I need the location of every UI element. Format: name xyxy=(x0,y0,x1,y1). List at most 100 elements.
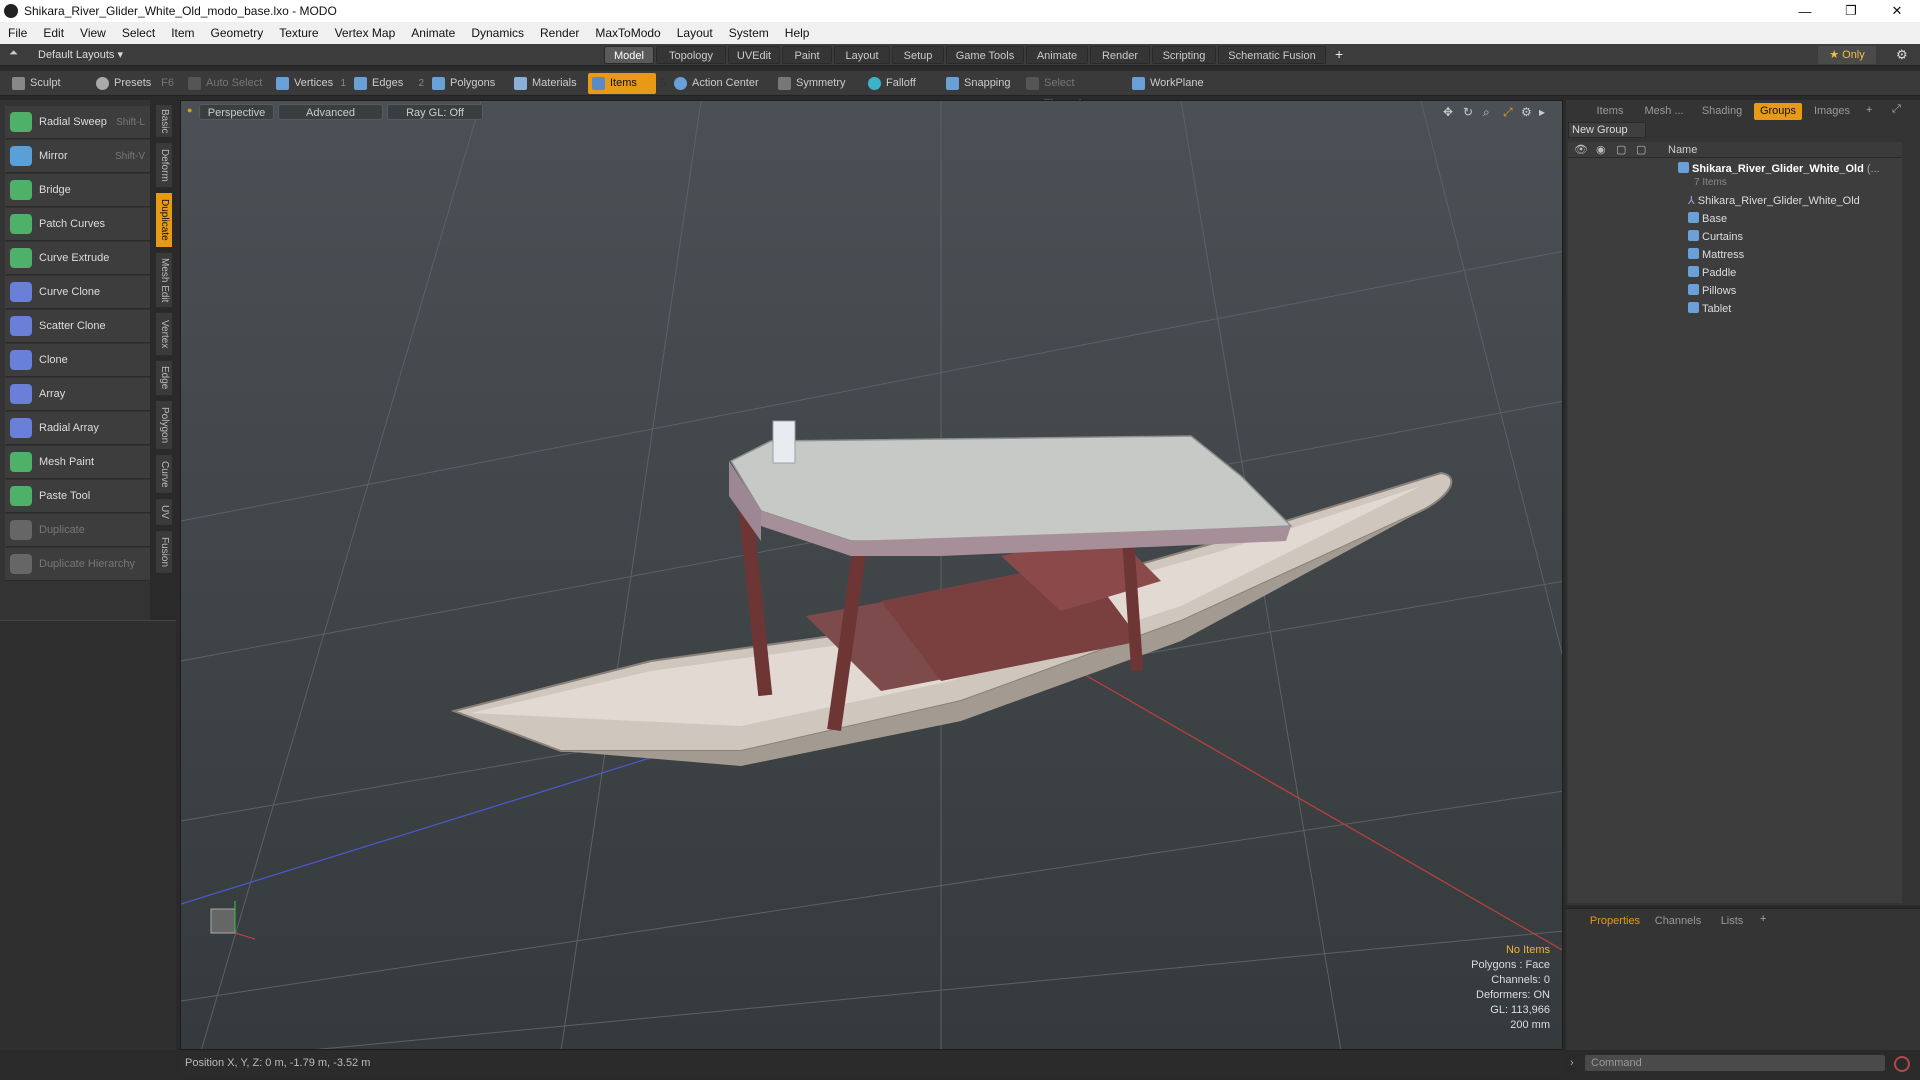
tool-array[interactable]: Array xyxy=(5,378,150,411)
tab-setup[interactable]: Setup xyxy=(892,46,944,64)
tool-clone[interactable]: Clone xyxy=(5,344,150,377)
menu-maxtomodo[interactable]: MaxToModo xyxy=(587,26,668,40)
menu-select[interactable]: Select xyxy=(114,26,163,40)
menu-help[interactable]: Help xyxy=(777,26,818,40)
vtab-edge[interactable]: Edge xyxy=(155,360,173,396)
default-layouts-dropdown[interactable]: Default Layouts ▾ xyxy=(38,48,123,61)
select-through-button[interactable]: Select Through xyxy=(1022,73,1118,110)
vtab-polygon[interactable]: Polygon xyxy=(155,400,173,450)
vtab-fusion[interactable]: Fusion xyxy=(155,530,173,574)
menu-texture[interactable]: Texture xyxy=(271,26,326,40)
menu-layout[interactable]: Layout xyxy=(669,26,721,40)
new-group-button[interactable]: New Group xyxy=(1568,122,1646,138)
tab-shading[interactable]: Shading xyxy=(1694,103,1750,120)
restore-button[interactable]: ❐ xyxy=(1828,0,1874,22)
tree-item[interactable]: Curtains xyxy=(1568,228,1902,246)
command-input[interactable]: Command xyxy=(1584,1054,1886,1072)
tab-mesh[interactable]: Mesh ... xyxy=(1638,103,1690,120)
tab-animate[interactable]: Animate xyxy=(1026,46,1088,64)
polygons-button[interactable]: Polygons xyxy=(428,73,500,94)
only-toggle[interactable]: ★ Only xyxy=(1818,46,1876,64)
tab-images[interactable]: Images xyxy=(1806,103,1858,120)
menu-system[interactable]: System xyxy=(721,26,777,40)
tab-channels[interactable]: Channels xyxy=(1650,913,1706,929)
zoom-icon[interactable]: ⌕ xyxy=(1483,105,1490,120)
tree-item[interactable]: Paddle xyxy=(1568,264,1902,282)
name-column-header[interactable]: Name xyxy=(1668,144,1697,156)
menu-edit[interactable]: Edit xyxy=(35,26,72,40)
tab-items[interactable]: Items xyxy=(1586,103,1634,120)
menu-animate[interactable]: Animate xyxy=(403,26,463,40)
vertices-button[interactable]: Vertices 1 xyxy=(272,73,346,94)
view-type-dropdown[interactable]: Perspective xyxy=(199,104,274,120)
vtab-basic[interactable]: Basic xyxy=(155,104,173,138)
visibility-column-icon[interactable]: 👁 xyxy=(1574,143,1588,156)
tree-item[interactable]: Tablet xyxy=(1568,300,1902,318)
tree-item[interactable]: ⅄ Shikara_River_Glider_White_Old xyxy=(1568,192,1902,210)
menu-view[interactable]: View xyxy=(72,26,114,40)
tool-scatter-clone[interactable]: Scatter Clone xyxy=(5,310,150,343)
menu-vertex-map[interactable]: Vertex Map xyxy=(327,26,404,40)
symmetry-button[interactable]: Symmetry xyxy=(774,73,854,94)
add-panel-tab-button[interactable]: + xyxy=(1866,104,1872,116)
snapping-button[interactable]: Snapping xyxy=(942,73,1016,94)
tab-layout[interactable]: Layout xyxy=(834,46,890,64)
settings-gear-icon[interactable]: ⚙ xyxy=(1896,47,1908,63)
viewport-menu-icon[interactable]: ● xyxy=(187,105,192,115)
menu-render[interactable]: Render xyxy=(532,26,587,40)
tab-groups[interactable]: Groups xyxy=(1754,103,1802,120)
add-prop-tab-button[interactable]: + xyxy=(1760,913,1766,925)
menu-file[interactable]: File xyxy=(0,26,35,40)
tab-paint[interactable]: Paint xyxy=(782,46,832,64)
tool-bridge[interactable]: Bridge xyxy=(5,174,150,207)
vtab-duplicate[interactable]: Duplicate xyxy=(155,192,173,248)
viewport-settings-icon[interactable]: ⚙ xyxy=(1521,105,1532,119)
vtab-mesh-edit[interactable]: Mesh Edit xyxy=(155,252,173,308)
workplane-button[interactable]: WorkPlane xyxy=(1128,73,1208,94)
sculpt-button[interactable]: Sculpt xyxy=(8,73,86,94)
tree-item[interactable]: Mattress xyxy=(1568,246,1902,264)
render-column-icon[interactable]: ◉ xyxy=(1596,143,1606,156)
layout-arrow-icon[interactable]: ⏶ xyxy=(9,47,18,60)
vtab-curve[interactable]: Curve xyxy=(155,454,173,494)
tool-paste-tool[interactable]: Paste Tool xyxy=(5,480,150,513)
tree-item[interactable]: Pillows xyxy=(1568,282,1902,300)
edges-button[interactable]: Edges 2 xyxy=(350,73,424,94)
tool-radial-array[interactable]: Radial Array xyxy=(5,412,150,445)
tool-curve-clone[interactable]: Curve Clone xyxy=(5,276,150,309)
tab-game-tools[interactable]: Game Tools xyxy=(946,46,1024,64)
tree-item[interactable]: Base xyxy=(1568,210,1902,228)
add-tab-button[interactable]: + xyxy=(1335,46,1343,62)
minimize-button[interactable]: — xyxy=(1782,0,1828,22)
tool-curve-extrude[interactable]: Curve Extrude xyxy=(5,242,150,275)
presets-button[interactable]: Presets F6 xyxy=(92,73,174,94)
menu-item[interactable]: Item xyxy=(163,26,202,40)
maximize-icon[interactable]: ⤢ xyxy=(1503,105,1513,120)
materials-button[interactable]: Materials xyxy=(510,73,580,94)
tool-mesh-paint[interactable]: Mesh Paint xyxy=(5,446,150,479)
tab-schematic-fusion[interactable]: Schematic Fusion xyxy=(1218,46,1326,64)
panel-expand-icon[interactable]: ⤢ xyxy=(1892,103,1901,116)
3d-viewport[interactable]: ● Perspective Advanced Ray GL: Off ✥ ↻ ⌕… xyxy=(180,100,1563,1050)
tab-model[interactable]: Model xyxy=(604,46,654,64)
record-macro-icon[interactable] xyxy=(1894,1056,1910,1072)
tab-render[interactable]: Render xyxy=(1090,46,1150,64)
tab-topology[interactable]: Topology xyxy=(656,46,726,64)
vtab-uv[interactable]: UV xyxy=(155,498,173,526)
pan-icon[interactable]: ✥ xyxy=(1443,105,1453,119)
tool-duplicate-hierarchy[interactable]: Duplicate Hierarchy xyxy=(5,548,150,581)
rotate-icon[interactable]: ↻ xyxy=(1463,105,1473,119)
action-center-button[interactable]: Action Center xyxy=(670,73,762,94)
items-button[interactable]: Items 5 xyxy=(588,73,666,94)
tool-patch-curves[interactable]: Patch Curves xyxy=(5,208,150,241)
vtab-deform[interactable]: Deform xyxy=(155,142,173,188)
menu-geometry[interactable]: Geometry xyxy=(203,26,272,40)
falloff-button[interactable]: Falloff xyxy=(864,73,930,94)
tab-lists[interactable]: Lists xyxy=(1712,913,1752,929)
lock-column-icon[interactable]: ▢ xyxy=(1616,143,1626,156)
auto-select-button[interactable]: Auto Select xyxy=(184,73,266,94)
tab-scripting[interactable]: Scripting xyxy=(1152,46,1216,64)
tool-mirror[interactable]: Mirror Shift-V xyxy=(5,140,150,173)
raygl-toggle[interactable]: Ray GL: Off xyxy=(387,104,483,120)
tab-uvedit[interactable]: UVEdit xyxy=(728,46,780,64)
